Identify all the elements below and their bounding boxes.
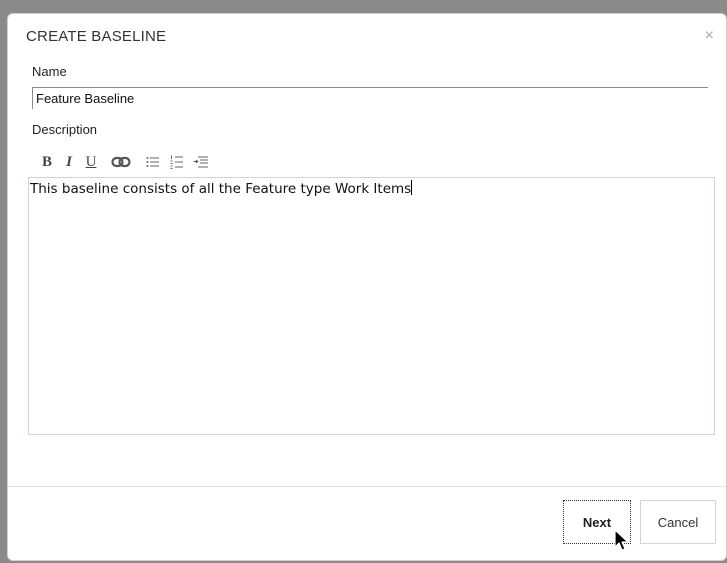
- description-text: This baseline consists of all the Featur…: [30, 181, 412, 197]
- name-label: Name: [32, 64, 67, 79]
- indent-icon[interactable]: [192, 153, 210, 171]
- name-input[interactable]: [32, 87, 708, 109]
- close-icon[interactable]: ×: [705, 28, 714, 44]
- formatting-toolbar: B I U: [38, 153, 210, 171]
- dialog-title: CREATE BASELINE: [26, 28, 167, 45]
- bulleted-list-icon[interactable]: [144, 153, 162, 171]
- link-icon[interactable]: [110, 153, 132, 171]
- numbered-list-icon[interactable]: [168, 153, 186, 171]
- italic-button[interactable]: I: [60, 153, 78, 171]
- description-label: Description: [32, 122, 98, 137]
- create-baseline-dialog: CREATE BASELINE × Name Description B I U: [7, 13, 727, 561]
- bold-button[interactable]: B: [38, 153, 56, 171]
- underline-button[interactable]: U: [82, 153, 100, 171]
- mouse-pointer-icon: [614, 529, 630, 558]
- cancel-button[interactable]: Cancel: [640, 500, 716, 544]
- text-caret: [411, 180, 413, 195]
- description-editor[interactable]: This baseline consists of all the Featur…: [28, 177, 715, 435]
